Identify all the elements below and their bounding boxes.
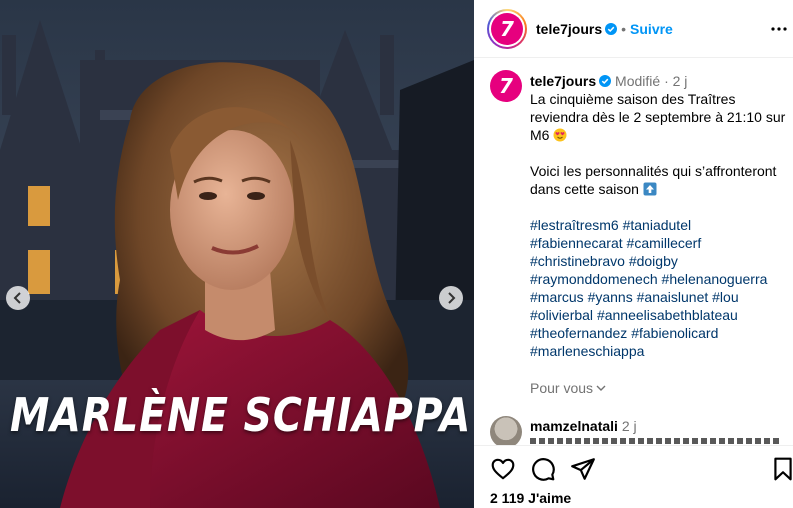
hashtag-link[interactable]: #camillecerf bbox=[627, 235, 702, 251]
header-user-line: tele7jours • Suivre bbox=[536, 21, 673, 37]
for-you-label: Pour vous bbox=[530, 380, 594, 396]
commenter-avatar[interactable] bbox=[490, 416, 522, 445]
post-actions-bar: 2 119 J'aime bbox=[474, 445, 793, 508]
commenter-username[interactable]: mamzelnatali bbox=[530, 418, 618, 434]
hashtag-link[interactable]: #fabiennecarat bbox=[530, 235, 623, 251]
comment-button[interactable] bbox=[530, 456, 556, 482]
hashtag-link[interactable]: #anneelisabethblateau bbox=[597, 307, 738, 323]
bookmark-icon bbox=[774, 457, 792, 481]
send-icon bbox=[571, 458, 595, 480]
hashtag-list: #lestraîtresm6 #taniadutel #fabiennecara… bbox=[530, 216, 788, 360]
caption-username[interactable]: tele7jours bbox=[530, 73, 596, 89]
comment-time[interactable]: 2 j bbox=[622, 418, 637, 434]
hashtag-link[interactable]: #doigby bbox=[629, 253, 678, 269]
comment-text-clipped bbox=[530, 438, 780, 444]
hashtag-link[interactable]: #lestraîtresm6 bbox=[530, 217, 619, 233]
hashtag-link[interactable]: #fabienolicard bbox=[631, 325, 718, 341]
chevron-left-icon bbox=[13, 292, 21, 304]
verified-badge-icon bbox=[605, 23, 618, 35]
edited-label: Modifié bbox=[615, 73, 661, 89]
save-button[interactable] bbox=[770, 456, 793, 482]
caption-meta-line: tele7jours Modifié · 2 j bbox=[530, 72, 788, 90]
caption-text-1: La cinquième saison des Traîtres reviend… bbox=[530, 91, 790, 143]
hashtag-link[interactable]: #marcus bbox=[530, 289, 584, 305]
meta-separator: · bbox=[664, 73, 669, 89]
post-details-panel: 7 tele7jours • Suivre 7 tele7jours Modifié… bbox=[474, 0, 793, 508]
hashtag-link[interactable]: #lou bbox=[712, 289, 738, 305]
verified-badge-icon bbox=[599, 75, 612, 87]
hashtag-link[interactable]: #christinebravo bbox=[530, 253, 625, 269]
caption-paragraph-2: Voici les personnalités qui s’affrontero… bbox=[530, 162, 788, 198]
post-media[interactable]: MARLÈNE SCHIAPPA bbox=[0, 0, 474, 508]
follow-button[interactable]: Suivre bbox=[630, 21, 673, 37]
hashtag-link[interactable]: #taniadutel bbox=[623, 217, 692, 233]
separator-dot: • bbox=[621, 21, 627, 37]
caption-paragraph-1: La cinquième saison des Traîtres reviend… bbox=[530, 90, 788, 144]
chevron-down-icon bbox=[596, 385, 606, 391]
hashtag-link[interactable]: #helenanoguerra bbox=[662, 271, 768, 287]
heart-icon bbox=[491, 458, 515, 480]
post-time[interactable]: 2 j bbox=[673, 73, 688, 89]
comments-scroll-area[interactable]: 7 tele7jours Modifié · 2 j La cinquième … bbox=[474, 59, 793, 445]
caption-author-avatar[interactable]: 7 bbox=[490, 70, 522, 102]
hashtag-link[interactable]: #marleneschiappa bbox=[530, 343, 644, 359]
image-caption: MARLÈNE SCHIAPPA bbox=[10, 388, 472, 442]
more-horizontal-icon[interactable] bbox=[770, 20, 788, 38]
post-caption: tele7jours Modifié · 2 j La cinquième sa… bbox=[530, 72, 788, 360]
comment-icon bbox=[532, 458, 555, 481]
brand-logo: 7 bbox=[491, 13, 523, 45]
for-you-toggle[interactable]: Pour vous bbox=[530, 380, 607, 396]
author-avatar[interactable]: 7 bbox=[487, 9, 527, 49]
post-header: 7 tele7jours • Suivre bbox=[474, 0, 793, 58]
like-button[interactable] bbox=[490, 456, 516, 482]
likes-count[interactable]: 2 119 J'aime bbox=[490, 490, 571, 506]
carousel-next-button[interactable] bbox=[439, 286, 463, 310]
hashtag-link[interactable]: #anaislunet bbox=[637, 289, 709, 305]
chevron-right-icon bbox=[448, 292, 456, 304]
hashtag-link[interactable]: #yanns bbox=[588, 289, 633, 305]
hashtag-link[interactable]: #olivierbal bbox=[530, 307, 593, 323]
heart-eyes-emoji-icon bbox=[553, 128, 567, 142]
hashtag-link[interactable]: #raymonddomenech bbox=[530, 271, 658, 287]
author-username[interactable]: tele7jours bbox=[536, 21, 602, 37]
up-arrow-emoji-icon bbox=[643, 182, 657, 196]
comment-header: mamzelnatali 2 j bbox=[530, 418, 637, 434]
hashtag-link[interactable]: #theofernandez bbox=[530, 325, 627, 341]
carousel-prev-button[interactable] bbox=[6, 286, 30, 310]
share-button[interactable] bbox=[570, 456, 596, 482]
